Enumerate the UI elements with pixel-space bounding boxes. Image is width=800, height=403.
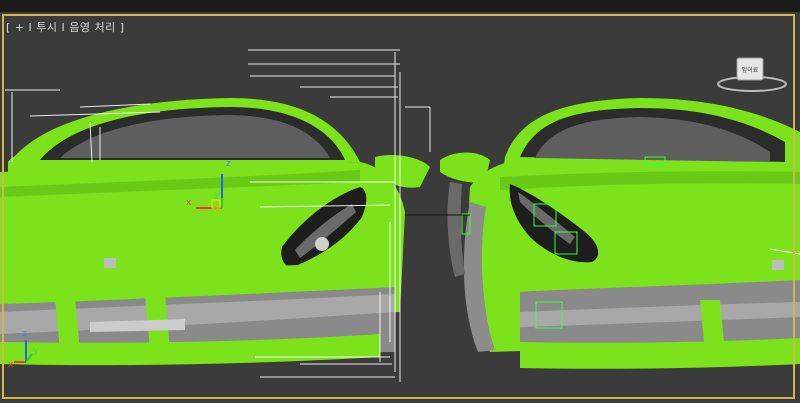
- title-strip: [0, 0, 800, 12]
- viewport-view-menu[interactable]: 투시: [36, 21, 57, 34]
- viewport-label-menu[interactable]: [+ I 투시 I 음영 처리]: [6, 19, 129, 35]
- viewport-shading-menu[interactable]: 음영 처리: [69, 21, 115, 34]
- viewport-plus-menu[interactable]: +: [15, 21, 25, 34]
- active-viewport-border: [2, 14, 795, 399]
- viewport-label-sep-2: I: [61, 21, 66, 34]
- viewport-label-sep-1: I: [28, 21, 33, 34]
- viewport-label-bracket-close: ]: [119, 21, 125, 34]
- viewport-label-bracket-open: [: [6, 21, 11, 34]
- perspective-viewport[interactable]: z x y z x y 앞이료 [+ I 투시 I 음영 처리]: [0, 12, 800, 403]
